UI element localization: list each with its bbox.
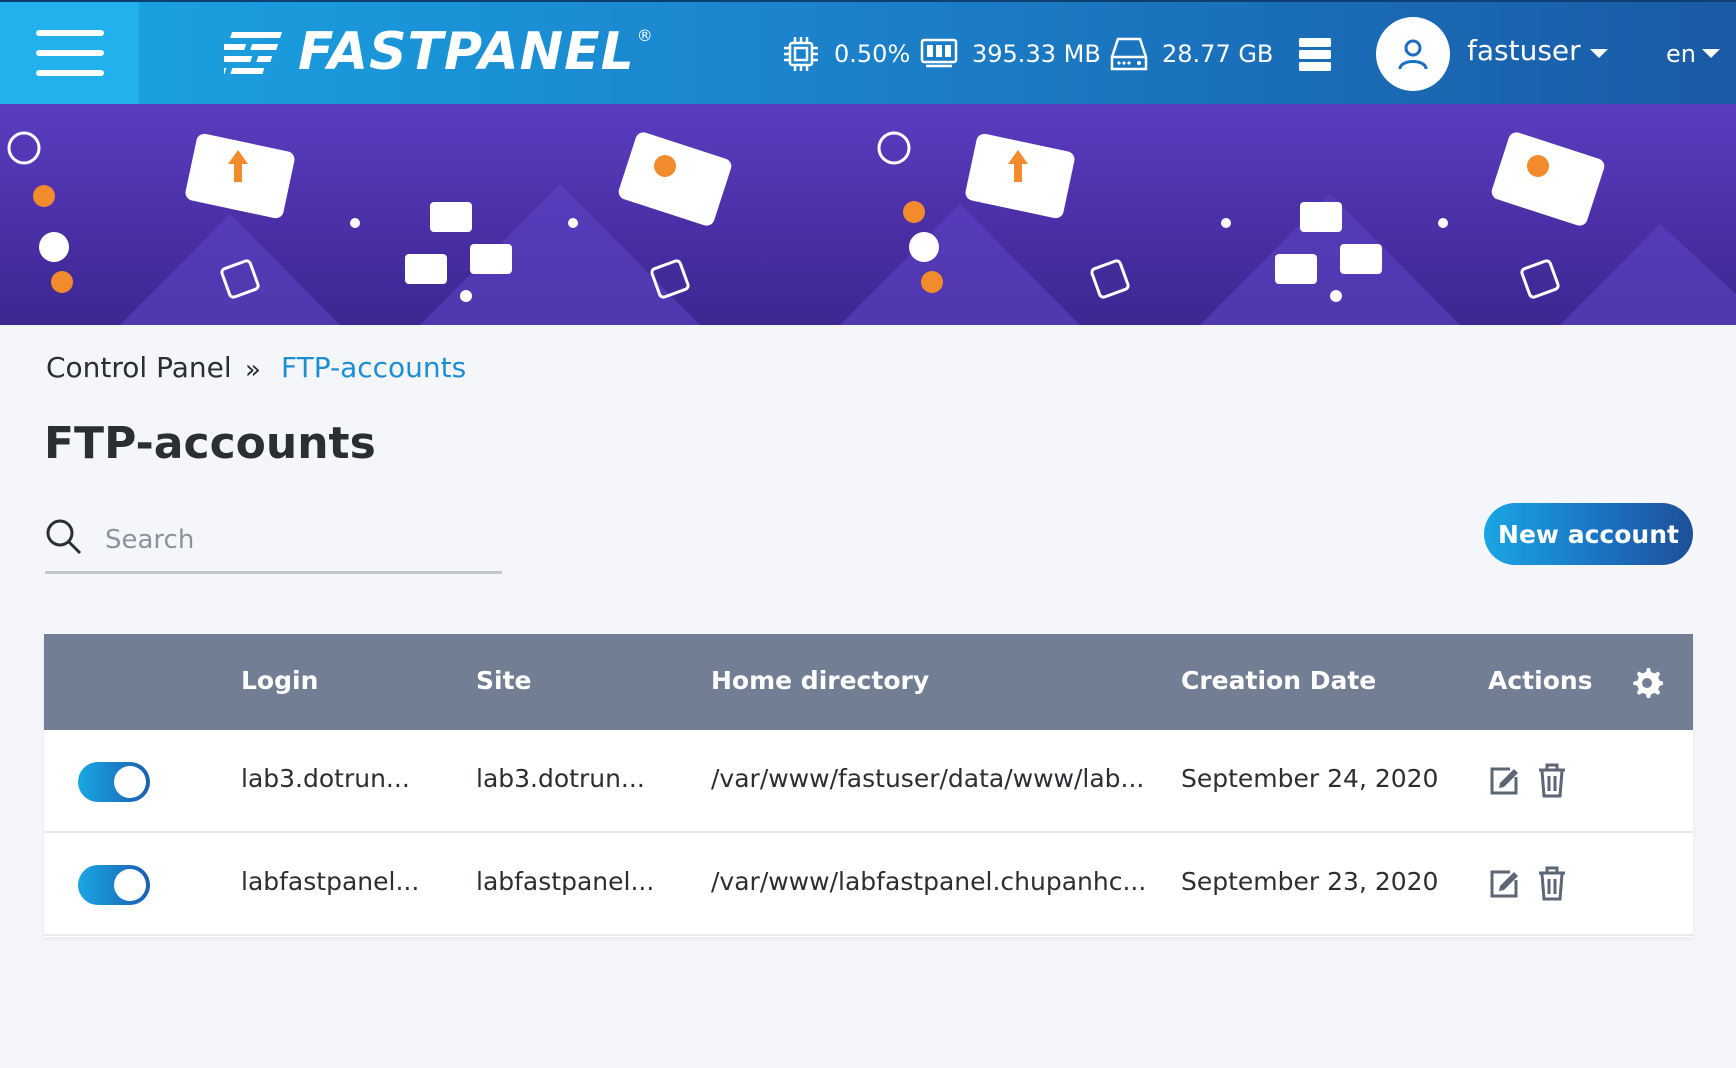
logo-mark-icon [224,32,283,74]
cell-site: labfastpanel... [476,867,655,896]
page-title: FTP-accounts [44,418,376,469]
hamburger-icon-line [36,70,104,76]
cell-login: lab3.dotrun... [241,764,410,793]
toggle-knob [114,766,146,798]
cell-creation-date: September 24, 2020 [1181,764,1439,793]
language-selector[interactable]: en [1666,40,1696,68]
memory-value: 395.33 MB [972,40,1101,68]
disk-value: 28.77 GB [1162,40,1274,68]
brand-logo[interactable]: FASTPANEL ® [224,20,653,84]
account-enabled-toggle[interactable] [78,762,150,802]
top-header: FASTPANEL ® 0.50% 395.33 MB 28.77 GB fas… [0,0,1736,104]
edit-icon[interactable] [1486,763,1522,799]
trash-icon[interactable] [1534,866,1570,902]
table-header: Login Site Home directory Creation Date … [44,634,1693,730]
folder-key-illustration [618,132,1605,226]
decorative-banner [0,104,1736,325]
registered-mark: ® [636,26,653,45]
breadcrumb-separator: » [245,355,261,385]
banner-illustration [7,131,1736,325]
disk-usage[interactable]: 28.77 GB [1110,32,1273,76]
server-stack-icon [1299,38,1331,71]
breadcrumb-current[interactable]: FTP-accounts [281,351,466,384]
cpu-chip-icon [784,37,818,71]
language-caret-icon[interactable] [1702,49,1720,58]
toggle-knob [114,869,146,901]
column-header-creation-date[interactable]: Creation Date [1181,666,1376,695]
servers-button[interactable] [1298,36,1332,76]
trash-icon[interactable] [1534,763,1570,799]
ftp-accounts-table: Login Site Home directory Creation Date … [44,634,1693,937]
table-row: labfastpanel... labfastpanel... /var/www… [44,833,1693,936]
user-menu-caret-icon[interactable] [1590,49,1608,58]
hamburger-icon-line [36,50,104,56]
user-icon [1398,39,1428,70]
search-input[interactable] [105,518,495,562]
new-account-button[interactable]: New account [1484,503,1693,565]
breadcrumb-control-panel[interactable]: Control Panel [46,351,232,384]
memory-usage[interactable]: 395.33 MB [920,32,1101,76]
cell-home-directory: /var/www/labfastpanel.chupanhc... [711,867,1147,896]
user-avatar[interactable] [1376,17,1450,91]
hamburger-menu-button[interactable] [0,2,139,104]
cpu-usage[interactable]: 0.50% [782,32,910,76]
cell-home-directory: /var/www/fastuser/data/www/lab... [711,764,1145,793]
column-header-home-directory[interactable]: Home directory [711,666,929,695]
hamburger-icon-line [36,30,104,36]
column-header-site[interactable]: Site [476,666,531,695]
username-label[interactable]: fastuser [1467,34,1581,67]
dots-illustration [350,218,1448,228]
account-enabled-toggle[interactable] [78,865,150,905]
hard-drive-icon [1110,37,1148,71]
column-header-actions: Actions [1488,666,1593,695]
search-icon [46,519,82,555]
cell-creation-date: September 23, 2020 [1181,867,1439,896]
cell-site: lab3.dotrun... [476,764,645,793]
search-box [45,508,502,574]
gear-icon[interactable] [1631,666,1663,698]
memory-icon [920,38,958,68]
check-circle-illustration [7,131,911,165]
brand-name: FASTPANEL [298,22,635,82]
cpu-value: 0.50% [834,40,911,68]
column-header-login[interactable]: Login [241,666,318,695]
cell-login: labfastpanel... [241,867,420,896]
edit-icon[interactable] [1486,866,1522,902]
table-row: lab3.dotrun... lab3.dotrun... /var/www/f… [44,730,1693,833]
